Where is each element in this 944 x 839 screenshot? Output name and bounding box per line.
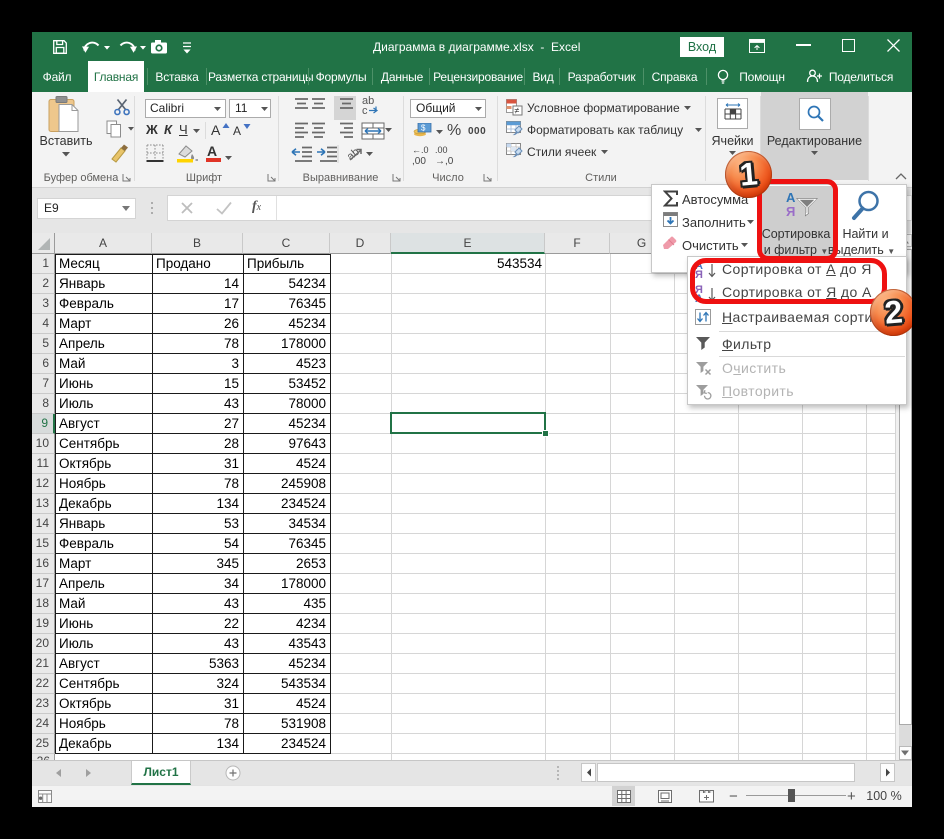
svg-text:≠: ≠ bbox=[515, 106, 520, 116]
svg-text:ab: ab bbox=[345, 146, 362, 163]
svg-text:c: c bbox=[362, 105, 368, 117]
svg-text:$: $ bbox=[421, 124, 426, 133]
